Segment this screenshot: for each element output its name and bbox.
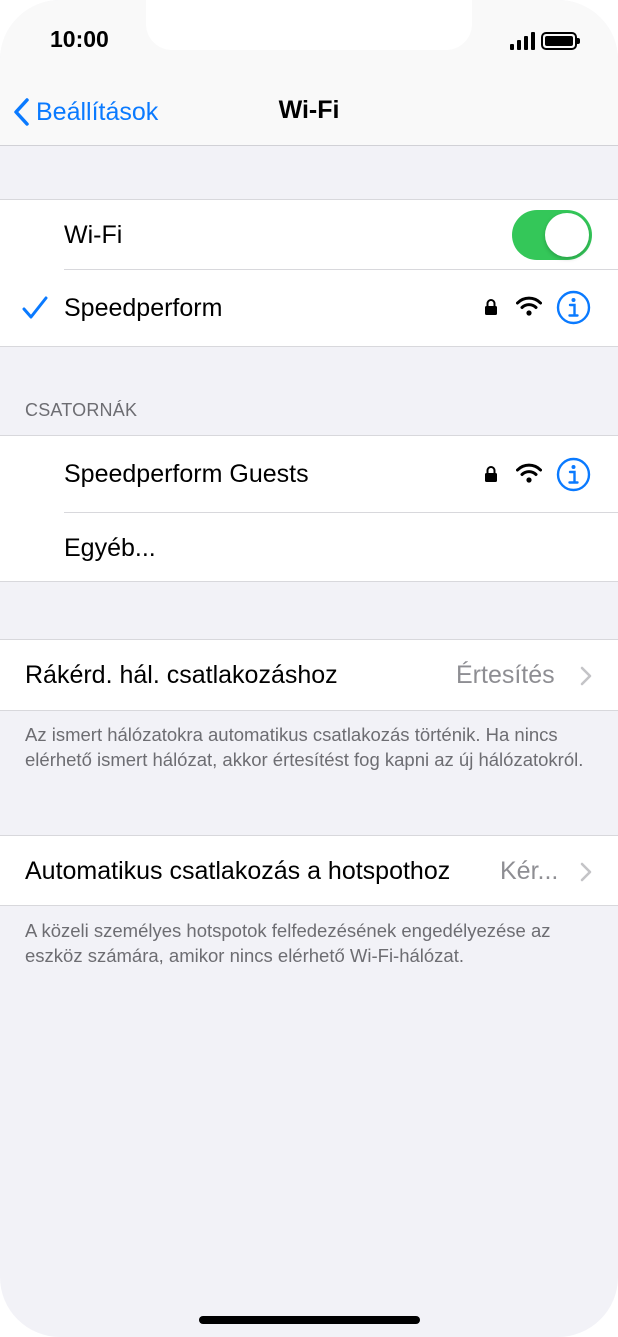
wifi-label: Wi-Fi xyxy=(64,221,123,249)
other-network-label: Egyéb... xyxy=(64,534,156,562)
battery-icon xyxy=(541,32,580,50)
wifi-toggle-row: Wi-Fi xyxy=(0,200,618,270)
checkmark-icon xyxy=(22,296,48,319)
auto-hotspot-footer: A közeli személyes hotspotok felfedezésé… xyxy=(25,920,551,966)
auto-hotspot-value: Kér... xyxy=(500,857,559,885)
ask-join-value: Értesítés xyxy=(456,661,555,689)
cellular-signal-icon xyxy=(510,32,535,50)
ask-join-group: Rákérd. hál. csatlakozáshoz Értesítés xyxy=(0,639,618,711)
lock-icon xyxy=(485,299,497,315)
info-icon[interactable] xyxy=(556,290,591,325)
notch xyxy=(146,0,472,50)
ask-join-row[interactable]: Rákérd. hál. csatlakozáshoz Értesítés xyxy=(0,640,618,710)
networks-group: Speedperform Guests Egyéb... xyxy=(0,435,618,582)
connected-network-name: Speedperform xyxy=(64,294,223,322)
auto-hotspot-group: Automatikus csatlakozás a hotspothoz Kér… xyxy=(0,835,618,906)
phone-screen: 10:00 Beállítások Wi-Fi Wi-Fi Speedperfo… xyxy=(0,0,618,1337)
network-row[interactable]: Speedperform Guests xyxy=(0,436,618,512)
wifi-group: Wi-Fi Speedperform xyxy=(0,199,618,347)
network-name: Speedperform Guests xyxy=(64,460,309,488)
other-network-row[interactable]: Egyéb... xyxy=(0,513,618,583)
connected-network-row[interactable]: Speedperform xyxy=(0,270,618,347)
wifi-signal-icon xyxy=(516,296,542,316)
info-icon[interactable] xyxy=(556,457,591,492)
navigation-bar: Beállítások Wi-Fi xyxy=(0,80,618,146)
wifi-signal-icon xyxy=(516,463,542,483)
ask-join-label: Rákérd. hál. csatlakozáshoz xyxy=(25,661,338,689)
auto-hotspot-row[interactable]: Automatikus csatlakozás a hotspothoz Kér… xyxy=(0,836,618,906)
toggle-knob xyxy=(545,213,589,257)
page-title: Wi-Fi xyxy=(278,96,340,124)
lock-icon xyxy=(485,466,497,482)
home-indicator[interactable] xyxy=(199,1316,420,1324)
status-time: 10:00 xyxy=(50,26,109,52)
chevron-right-icon xyxy=(580,862,592,882)
chevron-right-icon xyxy=(580,666,592,686)
status-bar: 10:00 xyxy=(0,0,618,80)
auto-hotspot-label: Automatikus csatlakozás a hotspothoz xyxy=(25,857,451,885)
status-icons xyxy=(510,28,580,50)
networks-section-header: CSATORNÁK xyxy=(25,400,138,420)
wifi-toggle[interactable] xyxy=(512,210,592,260)
ask-join-footer: Az ismert hálózatokra automatikus csatla… xyxy=(25,724,584,770)
